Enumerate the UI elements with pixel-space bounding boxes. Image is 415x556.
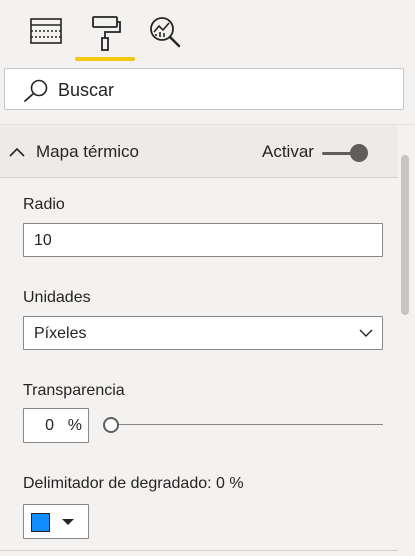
transparency-label: Transparencia (23, 382, 125, 399)
fields-icon (30, 18, 62, 44)
heatmap-settings-panel: Radio 10 Unidades Píxeles Transparencia … (0, 178, 398, 556)
chevron-up-icon[interactable] (8, 146, 26, 158)
heatmap-toggle[interactable] (322, 143, 370, 163)
color-swatch (31, 513, 50, 532)
transparency-value: 0 (45, 417, 54, 434)
transparency-slider-thumb[interactable] (103, 417, 119, 433)
format-tab[interactable] (83, 14, 127, 54)
analytics-icon (150, 17, 181, 48)
toggle-label: Activar (262, 142, 314, 161)
radius-label: Radio (23, 196, 65, 213)
divider (0, 124, 415, 125)
search-input[interactable]: Buscar (4, 68, 404, 110)
radius-value: 10 (34, 232, 52, 249)
divider (0, 550, 398, 551)
units-label: Unidades (23, 289, 91, 306)
transparency-slider-track[interactable] (110, 424, 383, 425)
chevron-down-icon (359, 329, 373, 337)
active-tab-indicator (75, 57, 135, 61)
toggle-knob (350, 144, 368, 162)
analytics-tab[interactable] (143, 14, 187, 54)
search-placeholder: Buscar (58, 80, 115, 100)
units-selected-value: Píxeles (34, 325, 87, 342)
caret-down-icon (62, 519, 74, 525)
fields-tab[interactable] (24, 14, 68, 54)
gradient-stop-label: Delimitador de degradado: 0 % (23, 475, 244, 492)
format-paint-roller-icon (92, 16, 121, 51)
heatmap-section-header[interactable]: Mapa térmico Activar (0, 126, 398, 178)
units-select[interactable]: Píxeles (23, 316, 383, 350)
search-icon (24, 79, 48, 102)
transparency-input[interactable]: 0 % (23, 408, 89, 443)
radius-input[interactable]: 10 (23, 223, 383, 257)
visualizations-pane-toolbar (0, 0, 415, 62)
scrollbar-thumb[interactable] (401, 155, 409, 315)
transparency-unit: % (67, 417, 82, 434)
color-picker-button[interactable] (23, 504, 89, 539)
section-title: Mapa térmico (36, 142, 139, 161)
